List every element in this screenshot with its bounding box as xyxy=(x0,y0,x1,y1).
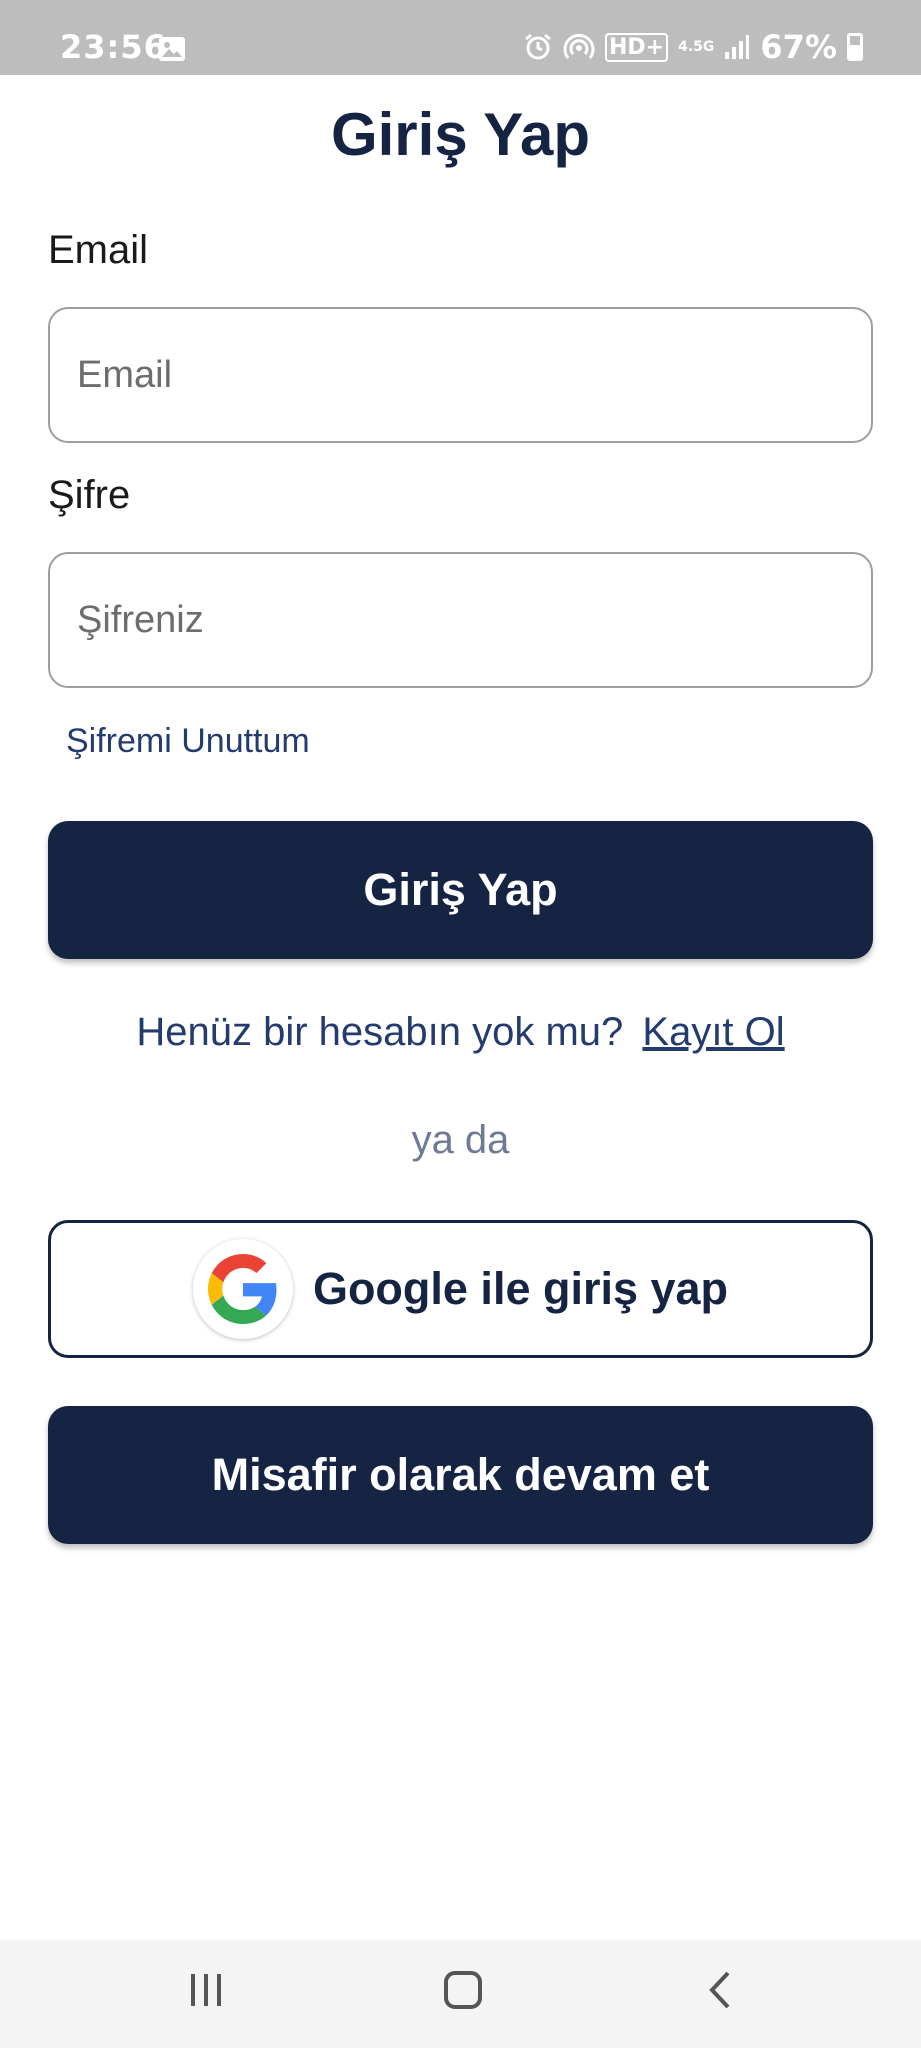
or-divider-text: ya da xyxy=(411,1118,510,1162)
google-login-button[interactable]: Google ile giriş yap xyxy=(48,1220,873,1358)
back-icon[interactable] xyxy=(706,1970,736,2010)
google-icon xyxy=(207,1254,277,1324)
battery-icon xyxy=(847,33,863,61)
password-field[interactable]: Şifreniz xyxy=(48,552,873,688)
status-icons: HD+ 4.5G 67% xyxy=(523,28,863,66)
forgot-password-link[interactable]: Şifremi Unuttum xyxy=(66,722,310,761)
status-time: 23:56 xyxy=(60,28,167,66)
login-button-label: Giriş Yap xyxy=(363,864,558,915)
alarm-icon xyxy=(525,33,551,60)
email-placeholder: Email xyxy=(77,353,173,396)
password-label: Şifre xyxy=(48,473,131,517)
system-nav-bar xyxy=(0,1940,921,2048)
google-login-label: Google ile giriş yap xyxy=(312,1263,729,1314)
battery-percent: 67% xyxy=(760,28,837,66)
status-bar: 23:56 HD+ 4.5G 67% xyxy=(0,0,921,75)
signup-row: Henüz bir hesabın yok mu? Kayıt Ol xyxy=(0,1010,921,1055)
signup-link[interactable]: Kayıt Ol xyxy=(642,1010,784,1054)
guest-continue-button[interactable]: Misafir olarak devam et xyxy=(48,1406,873,1544)
password-placeholder: Şifreniz xyxy=(77,598,204,641)
recent-apps-icon[interactable] xyxy=(188,1970,224,2010)
home-icon[interactable] xyxy=(443,1970,483,2010)
hotspot-icon xyxy=(563,33,595,59)
guest-continue-label: Misafir olarak devam et xyxy=(211,1449,710,1500)
network-type-icon: 4.5G xyxy=(678,39,715,55)
signup-prompt: Henüz bir hesabın yok mu? xyxy=(136,1010,624,1054)
gallery-icon xyxy=(159,37,185,61)
hd-plus-icon: HD+ xyxy=(605,32,669,62)
page-title: Giriş Yap xyxy=(330,101,591,168)
login-button[interactable]: Giriş Yap xyxy=(48,821,873,959)
google-icon-container xyxy=(192,1239,293,1339)
email-field[interactable]: Email xyxy=(48,307,873,443)
signal-icon xyxy=(725,35,750,59)
email-label: Email xyxy=(48,228,149,272)
